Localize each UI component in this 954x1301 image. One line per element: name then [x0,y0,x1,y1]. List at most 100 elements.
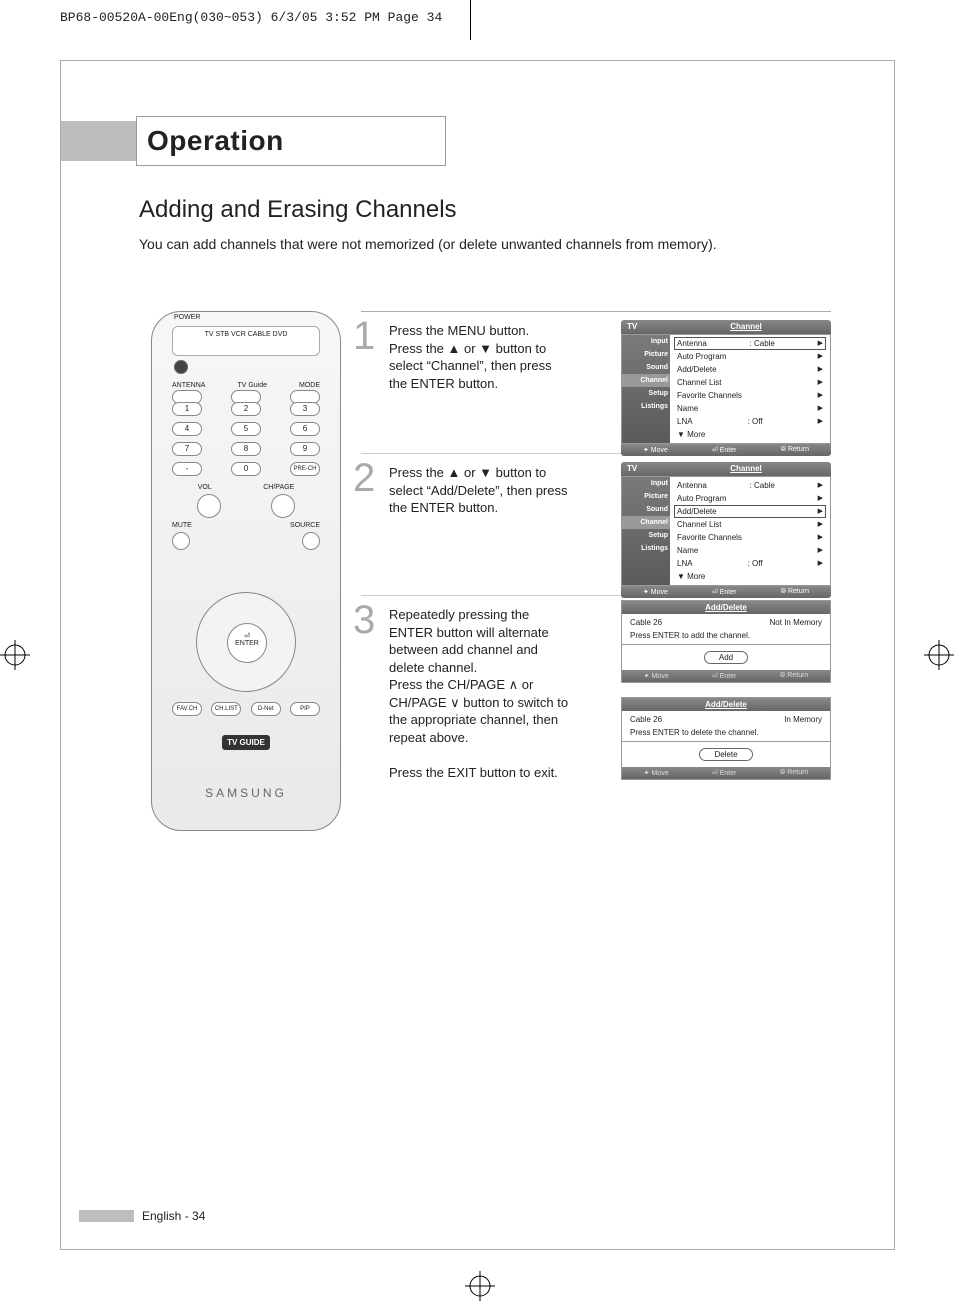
osd-screenshot-channel-menu: TV Channel Input Picture Sound Channel S… [621,320,831,456]
osd-row-label: Channel List [677,520,721,529]
remote-mode-strip: TV STB VCR CABLE DVD [172,326,320,356]
num-5: 5 [231,422,261,436]
osd-corner: TV [621,462,661,476]
step-2: 2 Press the ▲ or ▼ button to select “Add… [361,454,831,596]
antenna-label: ANTENNA [172,382,205,389]
power-label: POWER [174,314,200,321]
osd-row-value: : Cable [750,339,775,348]
legend-return: ⦾ Return [780,588,809,596]
add-button: Add [704,651,748,664]
osd-side-item: Channel [622,516,670,529]
legend-move: ✦ Move [644,769,669,777]
adddel-prompt: Press ENTER to delete the channel. [622,728,830,742]
osd-row-value: : Off [748,417,763,426]
osd-side-item: Input [622,335,670,348]
osd-row-label: Antenna [677,481,707,490]
osd-row-label: Name [677,546,698,555]
chevron-right-icon: ▶ [818,494,823,503]
enter-button: ⏎ENTER [227,623,267,663]
osd-main: Antenna : Cable ▶ Auto Program ▶ Add/Delete… [670,477,830,585]
osd-row-label: LNA [677,559,693,568]
chevron-right-icon: ▶ [818,533,823,542]
favch-button: FAV.CH [172,702,202,716]
num-0: 0 [231,462,261,476]
mode-label: MODE [299,382,320,389]
section-title-box: Operation [136,116,446,166]
num-dash: - [172,462,202,476]
step-text: Press the ▲ or ▼ button to select “Add/D… [389,464,569,517]
osd-row-label: Antenna [677,339,707,348]
num-3: 3 [290,402,320,416]
legend-enter: ⏎ Enter [712,446,737,454]
osd-side-item: Channel [622,374,670,387]
osd-title: Channel [661,320,831,334]
chevron-right-icon: ▶ [818,546,823,555]
chevron-right-icon: ▶ [818,507,823,516]
step-3: 3 Repeatedly pressing the ENTER button w… [361,596,831,856]
chevron-right-icon: ▶ [818,339,823,348]
num-2: 2 [231,402,261,416]
osd-screenshot-add: Add/Delete Cable 26 Not In Memory Press … [621,600,831,794]
chevron-right-icon: ▶ [818,378,823,387]
adddel-status: In Memory [784,715,822,724]
osd-row-label: ▼ More [677,430,705,439]
legend-move: ✦ Move [643,588,668,596]
legend-return: ⦾ Return [780,446,809,454]
osd-screenshot-delete: Add/Delete Cable 26 In Memory Press ENTE… [621,697,831,780]
osd-row-label: Add/Delete [677,507,717,516]
osd-row-label: ▼ More [677,572,705,581]
mute-label: MUTE [172,522,192,529]
osd-side-item: Setup [622,387,670,400]
osd-row-label: LNA [677,417,693,426]
osd-row-value: : Off [748,559,763,568]
chevron-right-icon: ▶ [818,352,823,361]
chevron-right-icon: ▶ [818,391,823,400]
adddel-channel: Cable 26 [630,618,662,627]
crop-mark-right [924,640,954,670]
source-label: SOURCE [290,522,320,529]
step-text: Press the MENU button. Press the ▲ or ▼ … [389,322,569,392]
osd-row-value: : Cable [750,481,775,490]
num-8: 8 [231,442,261,456]
section-title: Operation [147,125,284,157]
source-button [302,532,320,550]
osd-sidebar: Input Picture Sound Channel Setup Listin… [622,335,670,443]
prech-button: PRE-CH [290,462,320,476]
num-7: 7 [172,442,202,456]
osd-row-label: Channel List [677,378,721,387]
osd-side-item: Sound [622,361,670,374]
adddel-channel: Cable 26 [630,715,662,724]
tvguide-label: TV Guide [237,382,267,389]
dnet-button: D-Net [251,702,281,716]
steps-column: 1 Press the MENU button. Press the ▲ or … [361,311,831,856]
step-text: Repeatedly pressing the ENTER button wil… [389,606,569,781]
osd-sidebar: Input Picture Sound Channel Setup Listin… [622,477,670,585]
adddel-title: Add/Delete [622,601,830,614]
osd-side-item: Setup [622,529,670,542]
osd-title: Channel [661,462,831,476]
chevron-right-icon: ▶ [818,559,823,568]
osd-row-label: Add/Delete [677,365,717,374]
osd-side-item: Sound [622,503,670,516]
pip-button: PIP [290,702,320,716]
crop-mark-left [0,640,30,670]
osd-side-item: Listings [622,400,670,413]
osd-row-label: Auto Program [677,494,726,503]
footer-text: English - 34 [142,1209,205,1223]
legend-enter: ⏎ Enter [712,588,737,596]
step-1: 1 Press the MENU button. Press the ▲ or … [361,312,831,454]
vol-label: VOL [198,484,212,491]
intro-paragraph: You can add channels that were not memor… [139,236,717,252]
step-number: 3 [353,598,375,643]
chpage-label: CH/PAGE [263,484,294,491]
chevron-right-icon: ▶ [818,520,823,529]
osd-corner: TV [621,320,661,334]
brand-logo: SAMSUNG [152,786,340,800]
legend-move: ✦ Move [644,672,669,680]
osd-legend: ✦ Move ⏎ Enter ⦾ Return [622,670,830,682]
power-button-icon [174,360,188,374]
osd-screenshot-adddelete-highlight: TV Channel Input Picture Sound Channel S… [621,462,831,598]
chevron-right-icon: ▶ [818,365,823,374]
chlist-button: CH.LIST [211,702,241,716]
enter-label: ENTER [235,640,259,647]
